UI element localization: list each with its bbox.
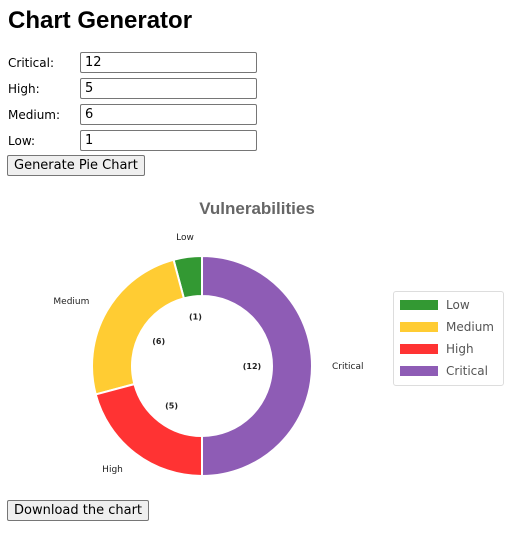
slice-label-low: Low: [176, 233, 194, 243]
pie-slice-medium[interactable]: [91, 258, 186, 396]
pie-slice-high[interactable]: [94, 382, 203, 478]
high-input[interactable]: [80, 78, 257, 99]
slice-value-low: (1): [189, 312, 202, 321]
legend-swatch: [400, 322, 438, 332]
slice-label-high: High: [102, 465, 123, 475]
critical-input[interactable]: [80, 52, 257, 73]
slice-value-high: (5): [165, 402, 178, 411]
slice-value-critical: (12): [243, 362, 261, 371]
legend-label: Low: [446, 298, 470, 312]
download-chart-button[interactable]: Download the chart: [7, 500, 150, 521]
slice-label-critical: Critical: [332, 362, 363, 372]
slice-value-medium: (6): [152, 337, 165, 346]
chart-legend: Low Medium High Critical: [393, 291, 504, 386]
generate-pie-chart-button[interactable]: Generate Pie Chart: [7, 155, 145, 176]
high-label: High:: [8, 82, 40, 96]
legend-swatch: [400, 300, 438, 310]
legend-label: Critical: [446, 364, 488, 378]
low-input[interactable]: [80, 130, 257, 151]
medium-label: Medium:: [8, 108, 61, 122]
slice-label-medium: Medium: [53, 297, 89, 307]
legend-swatch: [400, 366, 438, 376]
critical-label: Critical:: [8, 56, 55, 70]
legend-label: High: [446, 342, 474, 356]
chart-title: Vulnerabilities: [199, 199, 315, 218]
pie-chart: Vulnerabilities Low Medium High Critical (1…: [0, 190, 514, 490]
legend-label: Medium: [446, 320, 494, 334]
medium-input[interactable]: [80, 104, 257, 125]
legend-swatch: [400, 344, 438, 354]
page-title: Chart Generator: [8, 7, 193, 34]
low-label: Low:: [8, 134, 36, 148]
